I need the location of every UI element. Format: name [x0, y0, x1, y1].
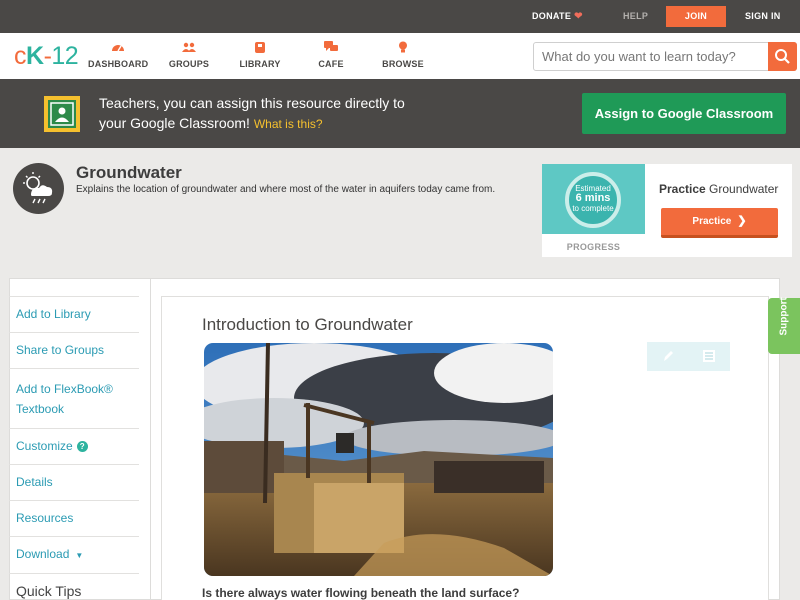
nav-browse-label: BROWSE [382, 59, 424, 69]
help-link[interactable]: HELP [623, 0, 648, 33]
nav-cafe-label: CAFE [318, 59, 344, 69]
details-link[interactable]: Details [9, 464, 139, 500]
nav-library-label: LIBRARY [239, 59, 281, 69]
practice-button-label: Practice [692, 216, 732, 227]
estimate-suffix: to complete [572, 204, 614, 213]
practice-button[interactable]: Practice ❯ [661, 208, 778, 238]
reader-tools [647, 342, 730, 371]
support-label: Support [778, 297, 790, 336]
reader-title: Introduction to Groundwater [202, 315, 413, 334]
dashboard-icon [112, 45, 124, 52]
practice-card: Estimated 6 mins to complete PROGRESS Pr… [542, 164, 792, 257]
groups-icon [182, 42, 196, 52]
nav-dashboard[interactable]: DASHBOARD [88, 41, 148, 69]
chevron-right-icon: ❯ [737, 215, 747, 227]
practice-title-bold: Practice [659, 182, 706, 196]
what-is-this-link[interactable]: What is this? [254, 117, 323, 131]
customize-label: Customize [16, 439, 73, 453]
join-button[interactable]: JOIN [666, 6, 726, 27]
assign-google-classroom-button[interactable]: Assign to Google Classroom [582, 93, 786, 134]
resource-sidebar: Add to Library Share to Groups Add to Fl… [9, 296, 139, 600]
heart-icon: ❤ [574, 11, 583, 22]
add-to-flexbook-line2: Textbook [16, 402, 65, 416]
classroom-message: Teachers, you can assign this resource d… [99, 93, 459, 134]
estimate-minutes: 6 mins [575, 192, 611, 204]
donate-link[interactable]: DONATE ❤ [532, 0, 583, 33]
ck12-logo[interactable]: cK-12 [14, 42, 79, 70]
practice-thumbnail: Estimated 6 mins to complete [542, 164, 645, 234]
logo-c: c [14, 42, 27, 70]
nav-cafe[interactable]: CAFE [316, 41, 346, 69]
practice-title-rest: Groundwater [709, 182, 779, 196]
sign-in-link[interactable]: SIGN IN [745, 0, 781, 33]
classroom-message-line1: Teachers, you can assign this resource d… [99, 95, 405, 111]
time-estimate: Estimated 6 mins to complete [565, 184, 621, 213]
add-to-library-link[interactable]: Add to Library [9, 296, 139, 332]
search-button[interactable] [768, 42, 797, 71]
progress-label: PROGRESS [566, 242, 621, 252]
practice-title: Practice Groundwater [659, 182, 778, 196]
top-utility-bar: DONATE ❤ HELP JOIN SIGN IN [0, 0, 800, 33]
resources-link[interactable]: Resources [9, 500, 139, 536]
search-box [533, 42, 797, 71]
donate-label: DONATE [532, 11, 572, 21]
classroom-message-line2-wrap: your Google Classroom! What is this? [99, 113, 459, 134]
help-icon[interactable]: ? [76, 441, 88, 452]
weather-cloud-icon [13, 163, 64, 214]
share-to-groups-link[interactable]: Share to Groups [9, 332, 139, 368]
nav-dashboard-label: DASHBOARD [88, 59, 149, 69]
search-input[interactable] [534, 43, 769, 70]
add-to-flexbook-link[interactable]: Add to FlexBook® Textbook [9, 368, 139, 428]
main-navigation: cK-12 DASHBOARD GROUPS LIBRARY CAFE BROW… [0, 33, 800, 79]
library-icon [255, 42, 265, 53]
logo-k: K [26, 42, 44, 70]
pencil-icon[interactable] [661, 349, 675, 363]
download-label: Download [16, 547, 70, 561]
panel-divider [150, 278, 151, 600]
add-to-flexbook-line1: Add to FlexBook® [16, 382, 113, 396]
download-link[interactable]: Download ▼ [9, 536, 139, 573]
logo-number: 12 [51, 42, 79, 70]
quick-tips-heading: Quick Tips [9, 573, 139, 600]
classroom-message-line2: your Google Classroom! [99, 115, 250, 131]
browse-icon [399, 41, 407, 53]
nav-library[interactable]: LIBRARY [238, 41, 282, 69]
cafe-icon [324, 41, 338, 51]
reader-question: Is there always water flowing beneath th… [202, 586, 520, 600]
search-icon [775, 49, 790, 64]
concept-description: Explains the location of groundwater and… [76, 184, 496, 195]
caret-down-icon: ▼ [75, 551, 84, 560]
google-classroom-icon [44, 96, 80, 132]
support-tab[interactable]: Support [768, 297, 800, 354]
notes-icon[interactable] [702, 349, 716, 363]
groundwater-well-photo [204, 343, 553, 576]
nav-browse[interactable]: BROWSE [380, 41, 426, 69]
customize-link[interactable]: Customize? [9, 428, 139, 464]
concept-title: Groundwater [76, 163, 182, 182]
nav-groups-label: GROUPS [168, 59, 210, 69]
nav-groups[interactable]: GROUPS [166, 41, 212, 69]
